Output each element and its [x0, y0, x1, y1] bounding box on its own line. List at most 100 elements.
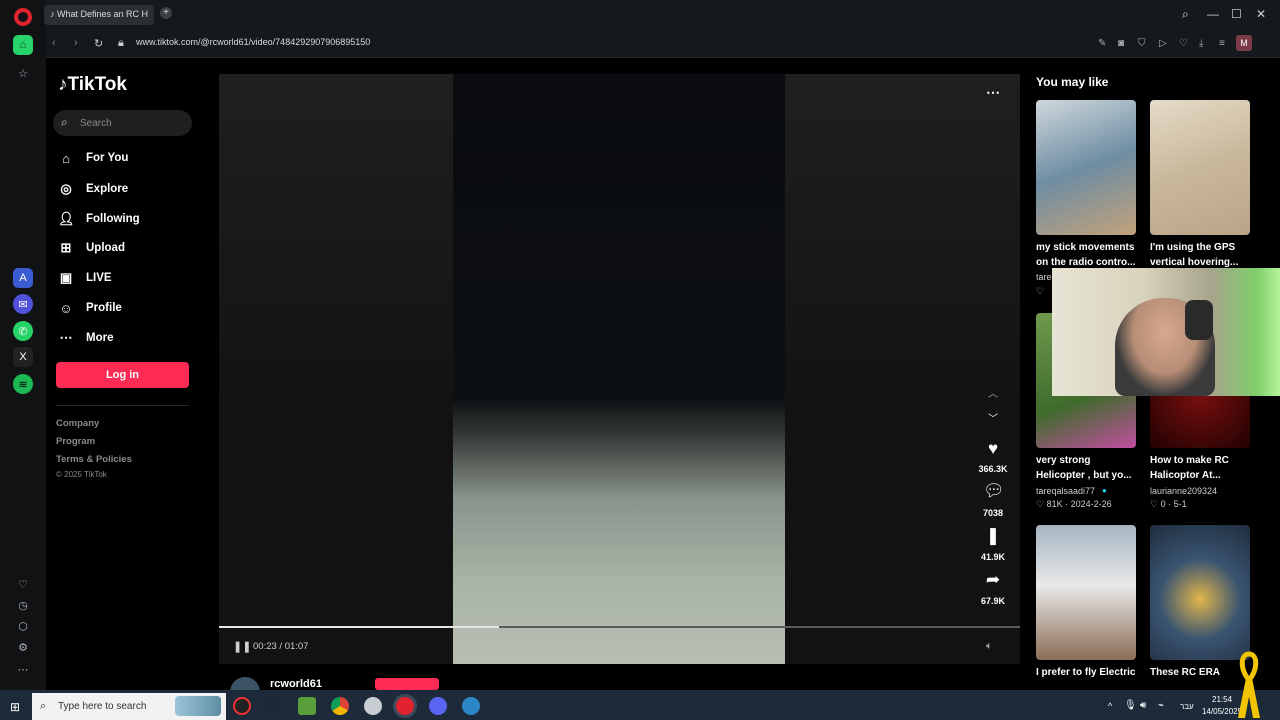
heart-icon: ♡ — [1036, 499, 1047, 509]
upload-icon: ⊞ — [60, 240, 72, 255]
like-icon[interactable]: ♥ — [983, 439, 1003, 459]
recommendation-title[interactable]: How to make RC Halicoptor At... — [1150, 453, 1254, 483]
pause-icon[interactable]: ❚❚ — [233, 640, 251, 653]
browser-tab[interactable]: ♪ What Defines an RC H — [44, 5, 154, 25]
back-icon[interactable]: ‹ — [52, 37, 56, 49]
nav-more[interactable]: ⋯ More — [58, 328, 114, 348]
verified-icon: ● — [1102, 486, 1107, 495]
comment-icon[interactable]: 💬︎ — [983, 481, 1005, 501]
recommendation-thumbnail[interactable] — [1036, 525, 1136, 660]
login-button[interactable]: Log in — [56, 362, 189, 388]
nav-for-you[interactable]: ⌂ For You — [58, 148, 128, 168]
like-count: 366.3K — [978, 464, 1008, 474]
recommendation-title[interactable]: very strong Helicopter , but yo... — [1036, 453, 1140, 483]
recommendation-title[interactable]: I'm using the GPS vertical hovering... — [1150, 240, 1254, 270]
shield-icon[interactable]: ⛉ — [1138, 38, 1146, 49]
recommendation-thumbnail[interactable] — [1036, 100, 1136, 235]
search-input[interactable] — [53, 110, 192, 136]
creator-name[interactable]: rcworld61 — [270, 678, 322, 690]
url-field[interactable]: www.tiktok.com/@rcworld61/video/74842929… — [136, 37, 370, 47]
tiktok-logo[interactable]: ♪TikTok — [58, 74, 127, 96]
language-indicator[interactable]: עבר — [1180, 702, 1194, 711]
progress-fill — [219, 626, 499, 628]
minimize-icon[interactable]: — — [1207, 7, 1219, 21]
menu-icon[interactable]: ≡ — [1219, 38, 1225, 49]
share-count: 67.9K — [980, 596, 1006, 606]
bookmark-icon[interactable]: ❚ — [983, 526, 1003, 546]
close-icon[interactable]: ✕ — [1256, 7, 1266, 21]
settings-icon[interactable]: ⚙ — [13, 637, 33, 657]
footer-program-link[interactable]: Program — [56, 436, 95, 447]
webcam-headset — [1185, 300, 1213, 340]
windows-start-icon[interactable]: ⊞ — [10, 700, 20, 714]
nav-profile[interactable]: ☺ Profile — [58, 298, 121, 318]
search-tabs-icon[interactable]: ⌕ — [1182, 7, 1189, 22]
recommendation-title[interactable]: my stick movements on the radio contro..… — [1036, 240, 1140, 270]
aria-icon[interactable]: A — [13, 268, 33, 288]
chrome-icon[interactable] — [331, 697, 349, 715]
home-icon: ⌂ — [62, 150, 70, 166]
recommendation-author[interactable]: laurianne209324 — [1150, 486, 1217, 496]
video-frame[interactable] — [453, 74, 785, 664]
recommendation-thumbnail[interactable] — [1150, 525, 1250, 660]
opera-logo-icon[interactable] — [14, 8, 32, 26]
nav-explore[interactable]: ◎ Explore — [58, 179, 128, 199]
taskbar-app-icon[interactable] — [233, 697, 251, 715]
tray-chevron-icon[interactable]: ^ — [1108, 701, 1112, 711]
footer-terms-link[interactable]: Terms & Policies — [56, 454, 132, 465]
spotify-icon[interactable]: ≋ — [13, 374, 33, 394]
camera-icon[interactable]: ◙ — [1118, 38, 1124, 49]
new-tab-button[interactable]: + — [160, 7, 172, 19]
tiktok-note-icon: ♪ — [58, 74, 68, 95]
taskbar-app-icon[interactable] — [462, 697, 480, 715]
taskbar-search-placeholder: Type here to search — [58, 701, 147, 712]
chevron-down-icon[interactable]: ﹀ — [988, 410, 998, 425]
nav-upload[interactable]: ⊞ Upload — [58, 238, 125, 258]
nav-live[interactable]: ▣ LIVE — [58, 268, 112, 288]
forward-icon[interactable]: › — [74, 37, 78, 49]
reload-icon[interactable]: ↻ — [94, 37, 103, 50]
profile-avatar[interactable]: M — [1236, 35, 1252, 51]
steam-icon[interactable] — [265, 697, 283, 715]
recommendation-author[interactable]: tare — [1036, 272, 1052, 282]
play-icon[interactable]: ▷ — [1159, 38, 1167, 49]
heart-icon[interactable]: ♡ — [1179, 38, 1188, 49]
whatsapp-icon[interactable]: ✆ — [13, 321, 33, 341]
speaker-icon[interactable]: 🔊︎ — [1140, 700, 1146, 711]
microphone-icon[interactable]: 🎙︎ — [1124, 700, 1137, 711]
x-icon[interactable]: X — [13, 347, 33, 367]
heart-icon[interactable]: ♡ — [13, 574, 33, 594]
recommendation-title[interactable]: I prefer to fly Electric — [1036, 665, 1140, 680]
download-icon[interactable]: ⤓ — [1199, 38, 1203, 49]
chevron-up-icon[interactable]: ︿ — [988, 385, 998, 400]
recommendation-thumbnail[interactable] — [1150, 100, 1250, 235]
share-icon[interactable]: ➦ — [983, 570, 1003, 590]
home-icon[interactable]: ⌂ — [13, 35, 33, 55]
heart-icon: ♡ — [1036, 286, 1045, 296]
network-icon[interactable]: ⌁ — [1158, 700, 1164, 711]
clock-time[interactable]: 21:54 — [1212, 695, 1232, 704]
discord-icon[interactable] — [429, 697, 447, 715]
bookmark-icon[interactable]: ☆ — [13, 63, 33, 83]
history-icon[interactable]: ◷ — [13, 595, 33, 615]
follow-button[interactable] — [375, 678, 439, 690]
taskbar-app-icon[interactable] — [298, 697, 316, 715]
tab-title: What Defines an RC H — [57, 9, 149, 19]
edit-icon[interactable]: ✎ — [1098, 38, 1106, 49]
more-icon[interactable]: ⋯ — [13, 659, 33, 679]
heart-icon: ♡ — [1150, 499, 1161, 509]
taskbar-app-icon[interactable] — [364, 697, 382, 715]
cube-icon[interactable]: ⬡ — [13, 616, 33, 636]
recommendations-title: You may like — [1036, 75, 1109, 89]
volume-icon[interactable]: 🔈︎ — [986, 640, 993, 653]
recommendation-author[interactable]: tareqalsaadi77 — [1036, 486, 1095, 496]
compass-icon: ◎ — [60, 181, 72, 196]
footer-company-link[interactable]: Company — [56, 418, 99, 429]
opera-taskbar-icon[interactable] — [396, 697, 414, 715]
more-icon: ⋯ — [59, 330, 73, 345]
more-options-icon[interactable]: ⋯ — [986, 84, 1000, 101]
search-placeholder: Search — [80, 118, 112, 129]
maximize-icon[interactable]: ☐ — [1231, 7, 1242, 21]
messenger-icon[interactable]: ✉ — [13, 294, 33, 314]
nav-following[interactable]: 👤︎ Following — [58, 209, 140, 229]
